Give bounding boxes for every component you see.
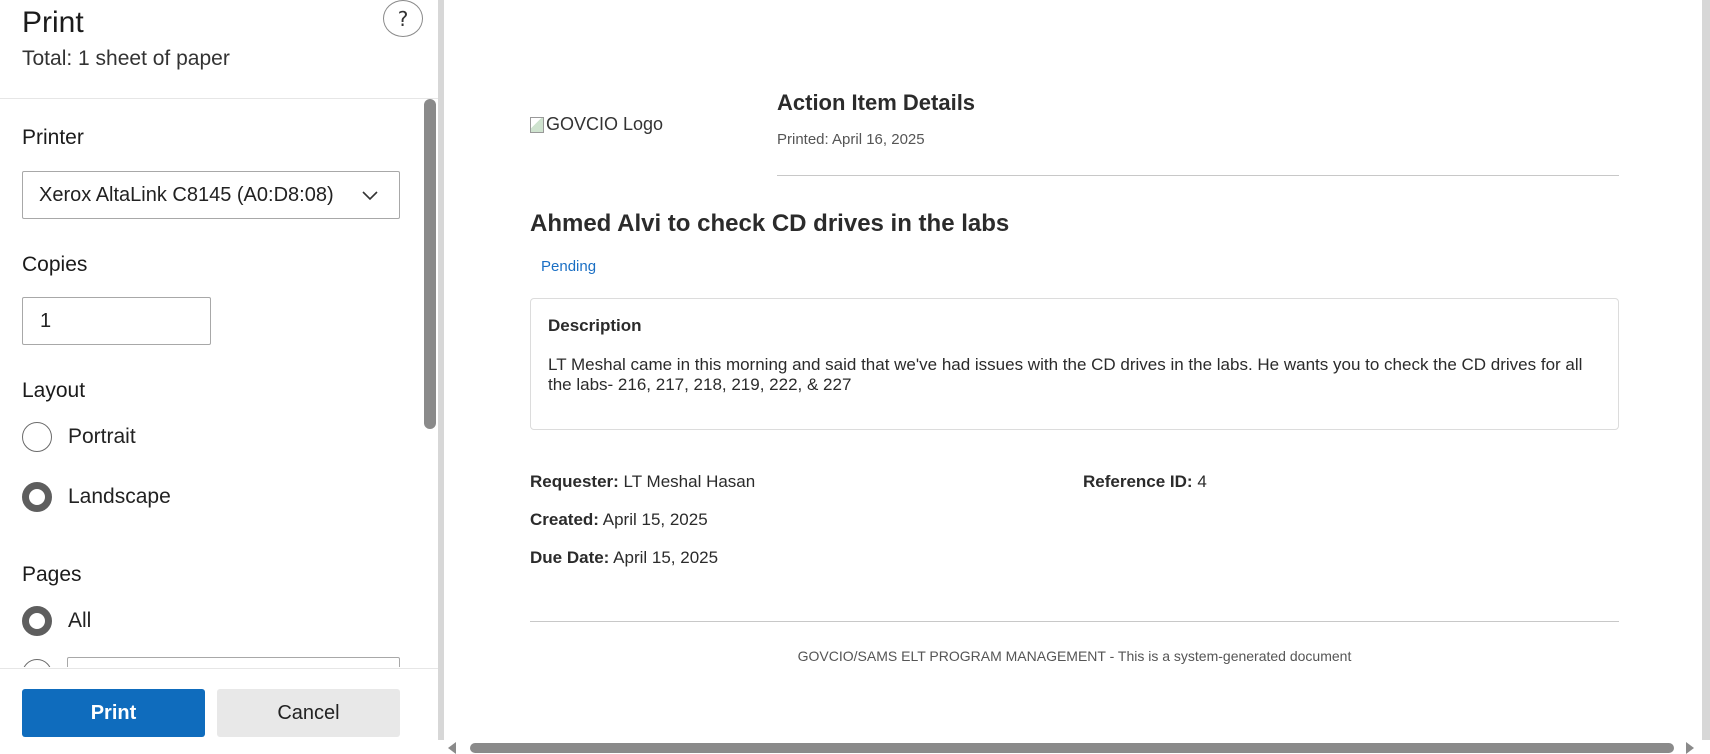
- pages-all-radio[interactable]: [22, 606, 52, 636]
- copies-label: Copies: [22, 253, 88, 276]
- pages-all-label: All: [68, 609, 92, 632]
- description-heading: Description: [548, 316, 642, 335]
- layout-landscape-option[interactable]: Landscape: [22, 482, 171, 512]
- printer-label: Printer: [22, 126, 84, 149]
- panel-scrollbar[interactable]: [424, 99, 436, 429]
- preview-right-edge: [1702, 0, 1710, 754]
- pages-label: Pages: [22, 563, 82, 586]
- landscape-radio[interactable]: [22, 482, 52, 512]
- due-date-field: Due Date: April 15, 2025: [530, 548, 718, 568]
- horizontal-scroll-thumb[interactable]: [470, 743, 1674, 753]
- logo-image: GOVCIO Logo: [530, 114, 663, 135]
- reference-label: Reference ID:: [1083, 472, 1193, 491]
- pages-all-option[interactable]: All: [22, 606, 91, 636]
- due-date-label: Due Date:: [530, 548, 610, 567]
- printer-dropdown-value: Xerox AltaLink C8145 (A0:D8:08): [39, 183, 334, 206]
- pages-custom-input[interactable]: [67, 657, 400, 667]
- created-value: April 15, 2025: [602, 510, 708, 529]
- landscape-label: Landscape: [68, 485, 171, 508]
- settings-scroll-area[interactable]: Printer Xerox AltaLink C8145 (A0:D8:08) …: [0, 99, 440, 667]
- due-date-value: April 15, 2025: [613, 548, 719, 567]
- panel-footer: Print Cancel: [0, 668, 440, 754]
- description-text: LT Meshal came in this morning and said …: [548, 355, 1583, 394]
- help-button[interactable]: ?: [383, 0, 423, 37]
- reference-field: Reference ID: 4: [1083, 472, 1207, 492]
- printer-dropdown[interactable]: Xerox AltaLink C8145 (A0:D8:08): [22, 171, 400, 219]
- created-field: Created: April 15, 2025: [530, 510, 708, 530]
- scroll-right-arrow-icon[interactable]: [1686, 742, 1694, 754]
- footer-rule: [530, 621, 1619, 622]
- panel-title: Print: [22, 6, 84, 39]
- scroll-left-arrow-icon[interactable]: [448, 742, 456, 754]
- sheet-total: Total: 1 sheet of paper: [22, 47, 230, 70]
- description-box: Description LT Meshal came in this morni…: [530, 298, 1619, 430]
- cancel-button[interactable]: Cancel: [217, 689, 400, 737]
- document-title: Action Item Details: [777, 90, 976, 115]
- print-settings-panel: Print Total: 1 sheet of paper ? Printer …: [0, 0, 440, 754]
- layout-label: Layout: [22, 379, 86, 402]
- print-button[interactable]: Print: [22, 689, 205, 737]
- reference-value: 4: [1197, 472, 1207, 491]
- header-rule: [777, 175, 1619, 176]
- layout-portrait-option[interactable]: Portrait: [22, 422, 136, 452]
- status-badge: Pending: [541, 258, 597, 275]
- portrait-label: Portrait: [68, 425, 136, 448]
- created-label: Created:: [530, 510, 599, 529]
- document-footer: GOVCIO/SAMS ELT PROGRAM MANAGEMENT - Thi…: [797, 648, 1352, 664]
- printed-date: Printed: April 16, 2025: [777, 131, 925, 148]
- pages-custom-radio[interactable]: [22, 659, 52, 667]
- horizontal-scrollbar[interactable]: [444, 740, 1710, 754]
- portrait-radio[interactable]: [22, 422, 52, 452]
- requester-field: Requester: LT Meshal Hasan: [530, 472, 755, 492]
- chevron-down-icon: [362, 191, 378, 201]
- broken-image-icon: [530, 116, 544, 133]
- requester-label: Requester:: [530, 472, 619, 491]
- logo-alt-text: GOVCIO Logo: [546, 114, 664, 134]
- copies-input[interactable]: [22, 297, 211, 345]
- action-item-title: Ahmed Alvi to check CD drives in the lab…: [530, 210, 1010, 237]
- pages-custom-option[interactable]: [22, 659, 52, 667]
- requester-value: LT Meshal Hasan: [623, 472, 756, 491]
